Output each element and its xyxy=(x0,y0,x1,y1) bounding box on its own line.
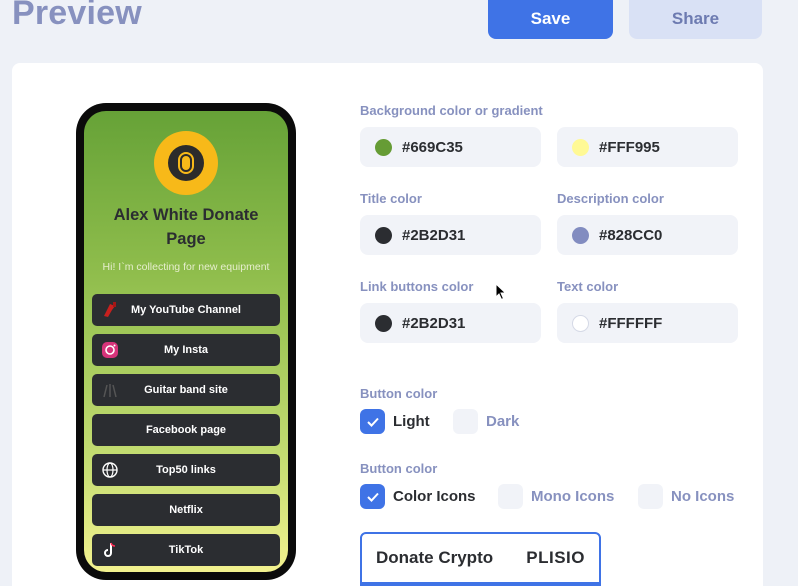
link-button[interactable]: Top50 links xyxy=(92,454,280,486)
crypto-strip xyxy=(362,582,599,586)
color-hex: #2B2D31 xyxy=(402,226,466,244)
check-icon xyxy=(366,492,379,502)
description-color-label: Description color xyxy=(557,191,664,206)
color-swatch[interactable] xyxy=(572,314,589,332)
description-color-field[interactable]: #828CC0 xyxy=(557,215,738,255)
phone-preview: Alex White Donate Page Hi! I`m collectin… xyxy=(76,103,296,580)
color-hex: #2B2D31 xyxy=(402,314,466,332)
share-button[interactable]: Share xyxy=(629,0,762,39)
link-button[interactable]: Guitar band site xyxy=(92,374,280,406)
checkbox-checked[interactable] xyxy=(360,409,385,434)
link-button[interactable]: My YouTube Channel xyxy=(92,294,280,326)
link-label: My Insta xyxy=(163,344,208,356)
no-icons-option[interactable]: No Icons xyxy=(638,484,734,509)
phone-screen: Alex White Donate Page Hi! I`m collectin… xyxy=(84,111,288,572)
option-label: No Icons xyxy=(671,488,735,505)
link-label: My YouTube Channel xyxy=(130,304,241,316)
button-color-label: Button color xyxy=(360,386,438,401)
avatar xyxy=(154,131,218,195)
checkbox-checked[interactable] xyxy=(360,484,385,509)
color-swatch[interactable] xyxy=(572,138,589,156)
link-button[interactable]: TikTok xyxy=(92,534,280,566)
guitar-icon xyxy=(100,300,120,320)
tiktok-icon xyxy=(100,540,120,560)
page-title: Preview xyxy=(12,0,142,32)
link-label: Facebook page xyxy=(145,424,227,436)
cursor-icon xyxy=(495,283,507,301)
color-swatch[interactable] xyxy=(375,138,392,156)
link-buttons-color-label: Link buttons color xyxy=(360,279,474,294)
donate-crypto-button[interactable]: Donate Crypto PLISIO xyxy=(360,532,601,586)
text-color-label: Text color xyxy=(557,279,619,294)
check-icon xyxy=(366,417,379,427)
link-button[interactable]: My Insta xyxy=(92,334,280,366)
color-swatch[interactable] xyxy=(375,226,392,244)
link-buttons-color-field[interactable]: #2B2D31 xyxy=(360,303,541,343)
checkbox-unchecked[interactable] xyxy=(453,409,478,434)
button-icons-label: Button color xyxy=(360,461,438,476)
color-hex: #669C35 xyxy=(402,138,463,156)
option-label: Color Icons xyxy=(393,488,476,505)
plisio-logo: PLISIO xyxy=(526,548,585,567)
link-label: TikTok xyxy=(168,544,204,556)
background-label: Background color or gradient xyxy=(360,103,543,118)
instagram-icon xyxy=(100,340,120,360)
light-option[interactable]: Light xyxy=(360,409,430,434)
title-color-label: Title color xyxy=(360,191,422,206)
checkbox-unchecked[interactable] xyxy=(498,484,523,509)
globe-icon xyxy=(100,460,120,480)
band-icon xyxy=(100,380,120,400)
mono-icons-option[interactable]: Mono Icons xyxy=(498,484,614,509)
link-button[interactable]: Facebook page xyxy=(92,414,280,446)
color-icons-option[interactable]: Color Icons xyxy=(360,484,476,509)
background-color-1-field[interactable]: #669C35 xyxy=(360,127,541,167)
dark-option[interactable]: Dark xyxy=(453,409,519,434)
color-hex: #FFFFFF xyxy=(599,314,663,332)
text-color-field[interactable]: #FFFFFF xyxy=(557,303,738,343)
option-label: Dark xyxy=(486,413,520,430)
color-swatch[interactable] xyxy=(375,314,392,332)
background-color-2-field[interactable]: #FFF995 xyxy=(557,127,738,167)
link-label: Netflix xyxy=(169,504,203,516)
profile-title: Alex White Donate Page xyxy=(113,206,259,248)
color-hex: #828CC0 xyxy=(599,226,663,244)
crypto-title: Donate Crypto xyxy=(376,548,494,567)
link-label: Guitar band site xyxy=(144,384,228,396)
save-button[interactable]: Save xyxy=(488,0,613,39)
link-button[interactable]: Netflix xyxy=(92,494,280,526)
profile-description: Hi! I`m collecting for new equipment xyxy=(102,261,270,273)
link-label: Top50 links xyxy=(156,464,216,476)
microphone-icon xyxy=(168,145,204,181)
option-label: Mono Icons xyxy=(531,488,615,505)
title-color-field[interactable]: #2B2D31 xyxy=(360,215,541,255)
color-swatch[interactable] xyxy=(572,226,589,244)
option-label: Light xyxy=(393,413,430,430)
checkbox-unchecked[interactable] xyxy=(638,484,663,509)
color-hex: #FFF995 xyxy=(599,138,660,156)
